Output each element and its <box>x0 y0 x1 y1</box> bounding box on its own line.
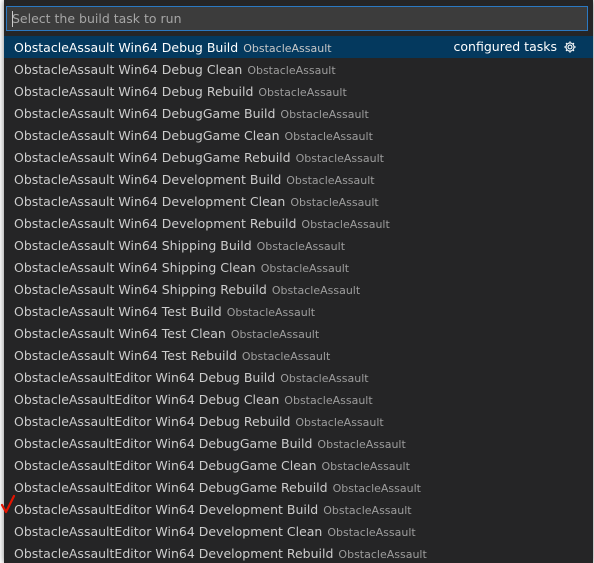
task-label: ObstacleAssault Win64 Shipping Build <box>14 238 252 253</box>
task-description: ObstacleAssault <box>321 460 410 473</box>
task-list-item[interactable]: ObstacleAssault Win64 Test Clean Obstacle… <box>4 322 593 344</box>
task-label: ObstacleAssault Win64 DebugGame Clean <box>14 128 280 143</box>
task-label: ObstacleAssault Win64 Debug Build <box>14 40 239 55</box>
configured-tasks-group: configured tasks <box>454 36 577 58</box>
task-list-item[interactable]: ObstacleAssault Win64 DebugGame Clean Obs… <box>4 124 593 146</box>
task-label: ObstacleAssault Win64 Development Build <box>14 172 282 187</box>
task-description: ObstacleAssault <box>226 306 316 319</box>
task-list-item[interactable]: ObstacleAssault Win64 Debug Clean Obstacl… <box>4 58 593 80</box>
task-description: ObstacleAssault <box>317 438 406 451</box>
task-label: ObstacleAssaultEditor Win64 Development … <box>14 524 323 539</box>
task-label: ObstacleAssault Win64 Shipping Clean <box>14 260 256 275</box>
task-description: ObstacleAssault <box>332 482 421 495</box>
text-caret <box>12 11 13 27</box>
task-description: ObstacleAssault <box>301 218 390 231</box>
task-label: ObstacleAssaultEditor Win64 DebugGame Re… <box>14 480 328 495</box>
task-list-item[interactable]: ObstacleAssault Win64 Shipping Build Obst… <box>4 234 593 256</box>
task-description: ObstacleAssault <box>271 284 361 297</box>
task-list-item[interactable]: ObstacleAssaultEditor Win64 Debug Rebuil… <box>4 410 593 432</box>
task-list-item[interactable]: ObstacleAssaultEditor Win64 DebugGame Bu… <box>4 432 593 454</box>
task-label: ObstacleAssault Win64 Test Rebuild <box>14 348 237 363</box>
task-label: ObstacleAssault Win64 Debug Clean <box>14 62 243 77</box>
task-description: ObstacleAssault <box>327 526 416 539</box>
task-list-item[interactable]: ObstacleAssaultEditor Win64 DebugGame Cl… <box>4 454 593 476</box>
task-list-item[interactable]: ObstacleAssault Win64 Test Build Obstacle… <box>4 300 593 322</box>
task-list-item[interactable]: ObstacleAssaultEditor Win64 Debug Clean O… <box>4 388 593 410</box>
quick-pick-panel: ObstacleAssault Win64 Debug Build Obstacl… <box>4 0 593 563</box>
task-label: ObstacleAssault Win64 Development Rebuil… <box>14 216 297 231</box>
task-description: ObstacleAssault <box>286 174 375 187</box>
task-list-item[interactable]: ObstacleAssault Win64 Development Build O… <box>4 168 593 190</box>
task-list-item[interactable]: ObstacleAssault Win64 Development Clean O… <box>4 190 593 212</box>
task-description: ObstacleAssault <box>284 130 373 143</box>
task-label: ObstacleAssault Win64 Test Clean <box>14 326 226 341</box>
task-label: ObstacleAssault Win64 Debug Rebuild <box>14 84 254 99</box>
configured-tasks-label: configured tasks <box>453 39 557 54</box>
task-list-item[interactable]: ObstacleAssaultEditor Win64 Development … <box>4 542 593 563</box>
task-description: ObstacleAssault <box>338 548 427 561</box>
task-list-item[interactable]: ObstacleAssault Win64 Shipping Rebuild Ob… <box>4 278 593 300</box>
task-label: ObstacleAssault Win64 DebugGame Rebuild <box>14 150 291 165</box>
task-label: ObstacleAssault Win64 Shipping Rebuild <box>14 282 267 297</box>
task-list-item[interactable]: ObstacleAssault Win64 Development Rebuil… <box>4 212 593 234</box>
task-list: ObstacleAssault Win64 Debug Build Obstacl… <box>4 36 593 563</box>
search-box[interactable] <box>6 6 588 31</box>
task-label: ObstacleAssaultEditor Win64 Development … <box>14 546 334 561</box>
task-description: ObstacleAssault <box>295 416 384 429</box>
task-description: ObstacleAssault <box>230 328 320 341</box>
task-description: ObstacleAssault <box>284 394 373 407</box>
task-description: ObstacleAssault <box>295 152 384 165</box>
task-list-item[interactable]: ObstacleAssaultEditor Win64 Development … <box>4 498 593 520</box>
task-description: ObstacleAssault <box>241 350 331 363</box>
task-label: ObstacleAssault Win64 DebugGame Build <box>14 106 276 121</box>
task-description: ObstacleAssault <box>290 196 379 209</box>
task-description: ObstacleAssault <box>243 42 332 55</box>
task-description: ObstacleAssault <box>247 64 336 77</box>
task-label: ObstacleAssaultEditor Win64 Development … <box>14 502 319 517</box>
task-label: ObstacleAssault Win64 Test Build <box>14 304 222 319</box>
task-list-item[interactable]: ObstacleAssault Win64 Debug Build Obstacl… <box>4 36 593 58</box>
task-description: ObstacleAssault <box>280 108 369 121</box>
task-list-item[interactable]: ObstacleAssault Win64 DebugGame Rebuild O… <box>4 146 593 168</box>
task-description: ObstacleAssault <box>323 504 412 517</box>
task-list-item[interactable]: ObstacleAssault Win64 DebugGame Build Obs… <box>4 102 593 124</box>
task-label: ObstacleAssaultEditor Win64 Debug Rebuil… <box>14 414 291 429</box>
task-description: ObstacleAssault <box>256 240 346 253</box>
task-label: ObstacleAssaultEditor Win64 DebugGame Cl… <box>14 458 317 473</box>
gear-icon[interactable] <box>563 40 577 54</box>
task-list-item[interactable]: ObstacleAssault Win64 Shipping Clean Obst… <box>4 256 593 278</box>
task-description: ObstacleAssault <box>260 262 350 275</box>
task-list-item[interactable]: ObstacleAssault Win64 Test Rebuild Obstac… <box>4 344 593 366</box>
search-input[interactable] <box>7 7 587 30</box>
task-list-item[interactable]: ObstacleAssaultEditor Win64 DebugGame Re… <box>4 476 593 498</box>
task-label: ObstacleAssaultEditor Win64 Debug Build <box>14 370 276 385</box>
task-description: ObstacleAssault <box>258 86 347 99</box>
task-description: ObstacleAssault <box>280 372 369 385</box>
task-label: ObstacleAssaultEditor Win64 DebugGame Bu… <box>14 436 313 451</box>
task-list-item[interactable]: ObstacleAssault Win64 Debug Rebuild Obsta… <box>4 80 593 102</box>
task-list-item[interactable]: ObstacleAssaultEditor Win64 Debug Build O… <box>4 366 593 388</box>
task-label: ObstacleAssaultEditor Win64 Debug Clean <box>14 392 280 407</box>
task-label: ObstacleAssault Win64 Development Clean <box>14 194 286 209</box>
task-list-item[interactable]: ObstacleAssaultEditor Win64 Development … <box>4 520 593 542</box>
